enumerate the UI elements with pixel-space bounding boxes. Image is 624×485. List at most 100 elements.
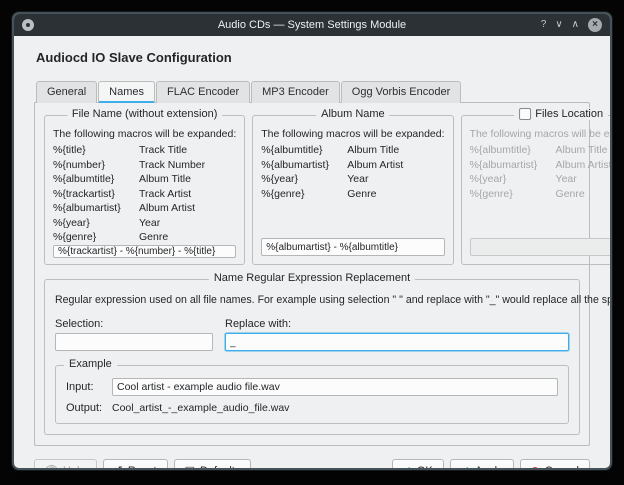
tab-bar: General Names FLAC Encoder MP3 Encoder O… xyxy=(36,81,590,103)
replace-with-label: Replace with: xyxy=(225,318,569,330)
files-location-checkbox[interactable] xyxy=(519,108,531,120)
tab-mp3-encoder[interactable]: MP3 Encoder xyxy=(251,81,340,103)
album-name-group-title: Album Name xyxy=(316,108,390,120)
macro-desc: Track Artist xyxy=(139,187,236,202)
tab-general[interactable]: General xyxy=(36,81,97,103)
macro-row: %{genre} Genre xyxy=(470,187,612,202)
macro-desc: Album Artist xyxy=(347,158,444,173)
tab-ogg-vorbis-encoder[interactable]: Ogg Vorbis Encoder xyxy=(341,81,461,103)
titlebar-help-icon[interactable]: ? xyxy=(541,18,547,32)
macro-token: %{genre} xyxy=(53,230,139,245)
macro-token: %{albumartist} xyxy=(261,158,347,173)
cancel-icon: ⊘ xyxy=(531,466,540,471)
album-name-pattern-input[interactable] xyxy=(261,238,444,256)
macro-row: %{albumartist} Album Artist xyxy=(261,158,444,173)
reset-button[interactable]: ↺ Reset xyxy=(103,459,168,470)
settings-window: Audio CDs — System Settings Module ? ∨ ∧… xyxy=(12,12,612,470)
macro-token: %{trackartist} xyxy=(53,187,139,202)
tab-names[interactable]: Names xyxy=(98,81,155,103)
macro-token: %{albumtitle} xyxy=(53,172,139,187)
apply-check-icon: ✓ xyxy=(461,466,470,471)
macro-token: %{number} xyxy=(53,158,139,173)
macro-token: %{genre} xyxy=(470,187,556,202)
macro-desc: Album Artist xyxy=(139,201,236,216)
macro-row: %{albumtitle} Album Title xyxy=(53,172,236,187)
selection-label: Selection: xyxy=(55,318,213,330)
macro-row: %{albumartist} Album Artist xyxy=(53,201,236,216)
macro-token: %{albumtitle} xyxy=(470,143,556,158)
files-location-title-label: Files Location xyxy=(535,108,603,120)
titlebar[interactable]: Audio CDs — System Settings Module ? ∨ ∧… xyxy=(14,14,610,36)
file-name-group-intro: The following macros will be expanded: xyxy=(53,128,236,140)
tab-flac-encoder[interactable]: FLAC Encoder xyxy=(156,81,250,103)
tab-content-frame: File Name (without extension) The follow… xyxy=(34,102,590,446)
defaults-icon: ▤ xyxy=(185,466,195,471)
macro-desc: Track Title xyxy=(139,143,236,158)
macro-token: %{title} xyxy=(53,143,139,158)
example-input-row: Input: xyxy=(66,378,558,396)
reset-icon: ↺ xyxy=(114,466,123,471)
ok-check-icon: ✓ xyxy=(403,466,412,471)
macro-token: %{year} xyxy=(470,172,556,187)
macro-groups-row: File Name (without extension) The follow… xyxy=(44,115,580,265)
macro-desc: Genre xyxy=(347,187,444,202)
macro-desc: Year xyxy=(139,216,236,231)
ok-button[interactable]: ✓ OK xyxy=(392,459,444,470)
close-icon[interactable]: × xyxy=(588,18,602,32)
maximize-icon[interactable]: ∧ xyxy=(572,18,579,32)
macro-row: %{albumtitle} Album Title xyxy=(261,143,444,158)
window-title: Audio CDs — System Settings Module xyxy=(14,19,610,31)
replace-with-input[interactable] xyxy=(225,333,569,351)
files-location-pattern-input[interactable] xyxy=(470,238,612,256)
macro-row: %{number} Track Number xyxy=(53,158,236,173)
example-output-value: Cool_artist_-_example_audio_file.wav xyxy=(112,402,289,414)
macro-desc: Album Title xyxy=(347,143,444,158)
macro-row: %{genre} Genre xyxy=(53,230,236,245)
cancel-button[interactable]: ⊘ Cancel xyxy=(520,459,590,470)
replace-with-field: Replace with: xyxy=(225,318,569,351)
macro-row: %{genre} Genre xyxy=(261,187,444,202)
help-icon: ? xyxy=(45,465,58,471)
regex-group-title: Name Regular Expression Replacement xyxy=(209,272,415,284)
defaults-button-label: Defaults xyxy=(200,465,240,470)
album-name-group-intro: The following macros will be expanded: xyxy=(261,128,444,140)
selection-input[interactable] xyxy=(55,333,213,351)
example-input[interactable] xyxy=(112,378,558,396)
spacer xyxy=(470,201,612,238)
macro-row: %{title} Track Title xyxy=(53,143,236,158)
audio-cd-app-icon xyxy=(22,19,34,31)
example-group-title: Example xyxy=(64,358,117,370)
file-name-group-title: File Name (without extension) xyxy=(67,108,223,120)
macro-desc: Album Title xyxy=(556,143,612,158)
example-output-row: Output: Cool_artist_-_example_audio_file… xyxy=(66,402,558,414)
page-title: Audiocd IO Slave Configuration xyxy=(36,50,590,65)
macro-desc: Year xyxy=(556,172,612,187)
macro-token: %{albumartist} xyxy=(53,201,139,216)
macro-desc: Genre xyxy=(556,187,612,202)
titlebar-buttons: ? ∨ ∧ × xyxy=(541,18,602,32)
macro-token: %{albumtitle} xyxy=(261,143,347,158)
example-group: Example Input: Output: Cool_artist_-_exa… xyxy=(55,365,569,424)
macro-row: %{year} Year xyxy=(53,216,236,231)
macro-row: %{year} Year xyxy=(261,172,444,187)
macro-token: %{year} xyxy=(53,216,139,231)
help-button-label: Help xyxy=(63,465,86,470)
macro-token: %{albumartist} xyxy=(470,158,556,173)
macro-row: %{trackartist} Track Artist xyxy=(53,187,236,202)
cancel-button-label: Cancel xyxy=(545,465,579,470)
apply-button[interactable]: ✓ Apply xyxy=(450,459,514,470)
apply-button-label: Apply xyxy=(475,465,503,470)
file-name-pattern-input[interactable] xyxy=(53,245,236,258)
dialog-button-bar: ? Help ↺ Reset ▤ Defaults ✓ OK ✓ Apply ⊘ xyxy=(34,459,590,470)
macro-row: %{albumtitle} Album Title xyxy=(470,143,612,158)
album-name-group: Album Name The following macros will be … xyxy=(252,115,453,265)
shade-icon[interactable]: ∨ xyxy=(555,18,562,32)
macro-row: %{albumartist} Album Artist xyxy=(470,158,612,173)
files-location-group-intro: The following macros will be expanded: xyxy=(470,128,612,140)
regex-fields: Selection: Replace with: xyxy=(55,318,569,351)
regex-replacement-group: Name Regular Expression Replacement Regu… xyxy=(44,279,580,435)
defaults-button[interactable]: ▤ Defaults xyxy=(174,459,252,470)
help-button[interactable]: ? Help xyxy=(34,459,97,470)
macro-token: %{genre} xyxy=(261,187,347,202)
regex-description: Regular expression used on all file name… xyxy=(55,294,569,306)
